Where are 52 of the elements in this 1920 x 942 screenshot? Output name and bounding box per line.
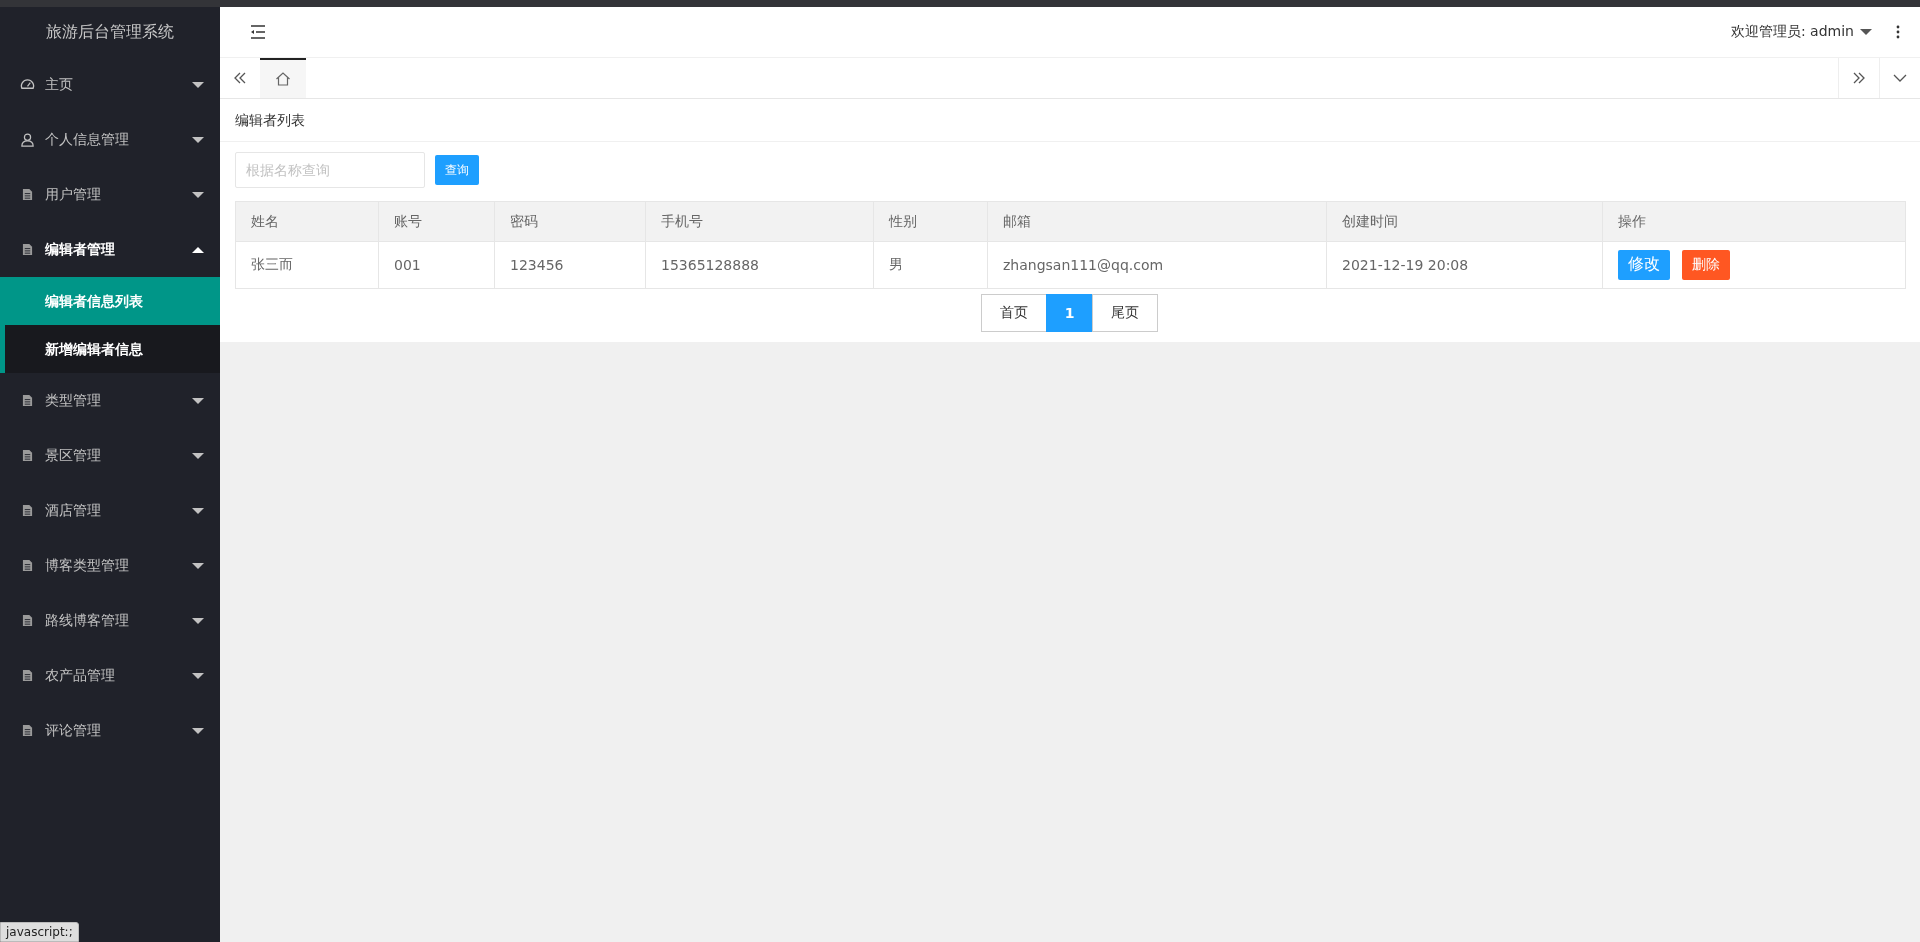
document-icon: [22, 559, 33, 572]
sidebar-item[interactable]: 类型管理: [0, 373, 220, 428]
column-header: 创建时间: [1326, 201, 1603, 242]
sidebar-item[interactable]: 博客类型管理: [0, 538, 220, 593]
document-icon: [22, 449, 33, 462]
document-icon: [22, 504, 33, 517]
table-cell: 男: [873, 241, 988, 289]
document-icon: [22, 188, 33, 201]
column-header: 操作: [1602, 201, 1906, 242]
table-cell: zhangsan111@qq.com: [987, 241, 1327, 289]
double-chevron-right-icon: [1852, 71, 1866, 85]
sidebar-item[interactable]: 编辑者管理: [0, 222, 220, 277]
submenu-item[interactable]: 编辑者信息列表: [0, 277, 220, 325]
double-chevron-left-icon: [233, 71, 247, 85]
sidebar-item[interactable]: 评论管理: [0, 703, 220, 758]
search-field[interactable]: 根据名称查询: [235, 152, 425, 188]
column-header: 密码: [494, 201, 646, 242]
gauge-icon: [20, 77, 35, 92]
document-icon: [22, 614, 33, 627]
caret-icon: [1860, 28, 1872, 36]
document-icon: [22, 243, 33, 256]
table-cell: 123456: [494, 241, 646, 289]
user-icon: [20, 132, 35, 147]
sidebar-item[interactable]: 路线博客管理: [0, 593, 220, 648]
page-button[interactable]: 尾页: [1092, 294, 1159, 332]
column-header: 手机号: [645, 201, 874, 242]
sidebar-item[interactable]: 主页: [0, 57, 220, 112]
page-button[interactable]: 首页: [980, 294, 1047, 332]
document-icon: [22, 724, 33, 737]
table-cell: 15365128888: [645, 241, 874, 289]
sidebar-item[interactable]: 农产品管理: [0, 648, 220, 703]
menu-icon[interactable]: [250, 25, 266, 39]
sidebar-item[interactable]: 酒店管理: [0, 483, 220, 538]
sidebar-item[interactable]: 个人信息管理: [0, 112, 220, 167]
document-icon: [22, 394, 33, 407]
home-tab[interactable]: [260, 58, 306, 98]
card-title: 编辑者列表: [220, 99, 1920, 142]
table-cell: 001: [378, 241, 495, 289]
column-header: 姓名: [235, 201, 379, 242]
sidebar-title: 旅游后台管理系统: [45, 21, 175, 43]
document-icon: [22, 669, 33, 682]
column-header: 性别: [873, 201, 988, 242]
table-cell: 张三而: [235, 241, 379, 289]
home-icon: [275, 71, 291, 87]
more-icon[interactable]: [1896, 25, 1900, 39]
table-cell: 2021-12-19 20:08: [1326, 241, 1603, 289]
welcome-admin-dropdown[interactable]: 欢迎管理员: admin: [1730, 23, 1854, 41]
column-header: 账号: [378, 201, 495, 242]
sidebar-item[interactable]: 用户管理: [0, 167, 220, 222]
column-header: 邮箱: [987, 201, 1327, 242]
sidebar-item[interactable]: 景区管理: [0, 428, 220, 483]
status-bar: javascript:;: [0, 922, 79, 942]
